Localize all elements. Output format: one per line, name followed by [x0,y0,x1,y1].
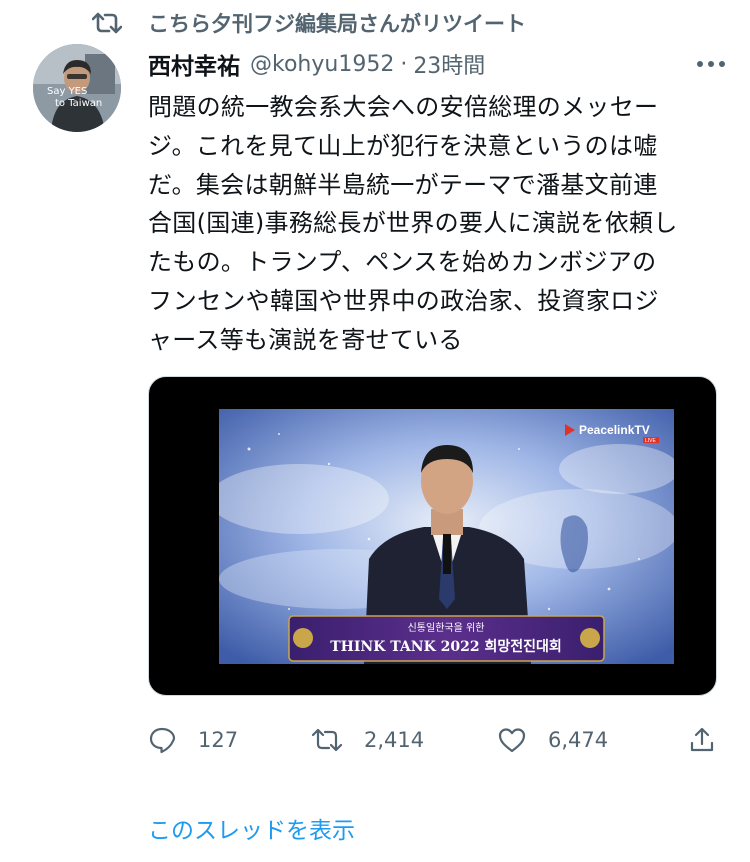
tweet-text: 問題の統一教会系大会への安倍総理のメッセー ジ。これを見て山上が犯行を決意という… [148,93,678,354]
avatar[interactable]: Say YES to Taiwan [33,44,121,132]
retweet-count: 2,414 [364,728,425,752]
reply-icon [149,727,176,754]
reply-button[interactable]: 127 [148,720,238,760]
author-handle[interactable]: @kohyu1952 [250,52,394,77]
retweet-action-icon [312,728,342,752]
tweet-header: 西村幸祐 @kohyu1952 · 23時間 [148,48,728,80]
avatar-caption-line1: Say YES [47,86,87,97]
heart-icon [498,728,526,753]
tweet-timestamp[interactable]: 23時間 [413,48,485,80]
show-thread-link[interactable]: このスレッドを表示 [148,811,355,845]
avatar-caption-line2: to Taiwan [55,98,102,109]
like-button[interactable]: 6,474 [498,720,608,760]
share-button[interactable] [688,720,716,760]
peacelink-logo-text: PeacelinkTV [579,423,650,437]
avatar-photo: Say YES to Taiwan [33,44,121,132]
author-name[interactable]: 西村幸祐 [148,47,240,81]
live-badge: LIVE [645,438,657,444]
retweet-button[interactable]: 2,414 [312,720,424,760]
header-separator: · [400,51,408,77]
tweet-video[interactable]: PeacelinkTV LIVE 신통일한국을 위한 THINK TANK 20… [148,376,717,696]
retweet-notice-text: こちら夕刊フジ編集局さんがリツイート [148,12,526,36]
retweet-icon [92,12,122,34]
banner-main-text: THINK TANK 2022 희망전진대회 [330,638,562,655]
retweet-notice[interactable]: こちら夕刊フジ編集局さんがリツイート [92,8,526,38]
share-icon [690,727,714,752]
like-count: 6,474 [548,728,609,752]
more-options-icon[interactable] [694,54,728,74]
video-frame: PeacelinkTV LIVE 신통일한국을 위한 THINK TANK 20… [219,409,674,664]
reply-count: 127 [198,728,239,752]
tweet-actions: 127 2,414 6,474 [148,720,728,760]
banner-top-text: 신통일한국을 위한 [408,621,485,634]
